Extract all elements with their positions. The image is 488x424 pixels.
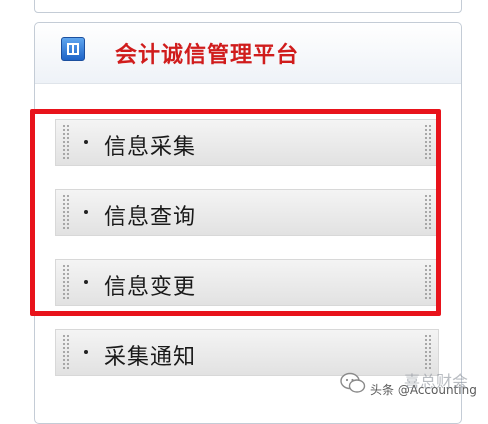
wechat-logo-icon — [340, 372, 366, 393]
panel-icon-glyph — [67, 43, 79, 55]
watermark-brand: 喜总财会 — [404, 372, 469, 391]
menu-item-collection-notice[interactable]: 采集通知 — [55, 329, 439, 376]
highlight-box — [30, 109, 441, 316]
menu-item-label: 采集通知 — [104, 345, 197, 370]
panel-icon — [61, 37, 85, 61]
top-panel-fragment — [34, 0, 462, 13]
bullet-icon — [84, 350, 88, 354]
grip-dots-icon — [62, 334, 70, 371]
panel-header: 会计诚信管理平台 — [35, 23, 461, 84]
grip-dots-icon — [424, 334, 432, 371]
panel-title: 会计诚信管理平台 — [115, 43, 300, 68]
